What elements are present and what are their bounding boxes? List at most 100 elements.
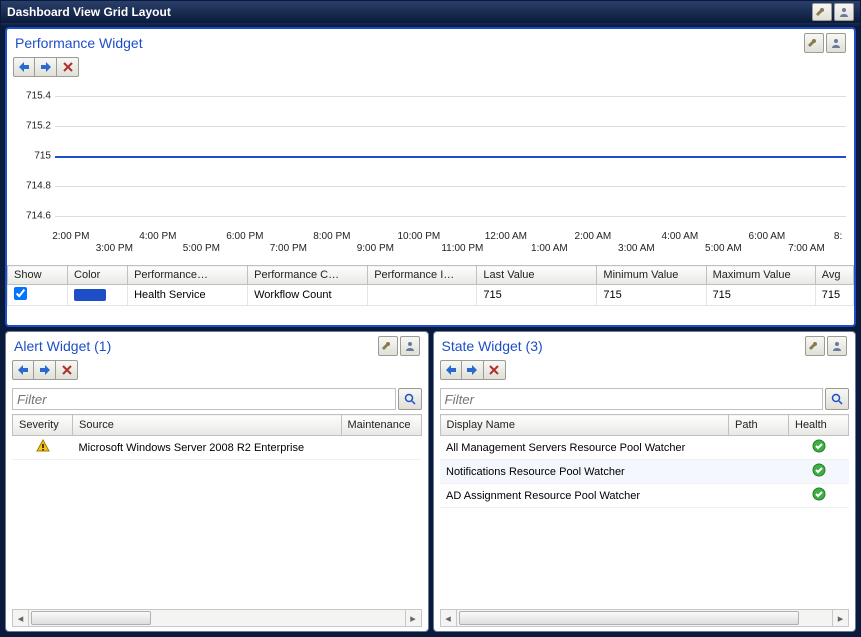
back-button[interactable] [440,360,462,380]
x-tick: 9:00 PM [357,243,394,254]
scroll-thumb[interactable] [459,611,799,625]
col-path[interactable]: Path [729,415,789,436]
content-area: Performance Widget [1,23,860,636]
table-row[interactable]: Notifications Resource Pool Watcher [440,460,849,484]
wrench-icon [382,340,394,352]
x-tick: 6:00 AM [749,231,786,242]
table-header-row: Severity Source Maintenance [13,415,422,436]
cell-max: 715 [706,285,815,306]
properties-button[interactable] [805,336,825,356]
col-source[interactable]: Source [73,415,342,436]
scroll-left-button[interactable]: ◂ [441,610,457,626]
table-header-row: Show Color Performance… Performance C… P… [8,266,854,285]
arrow-right-icon [38,364,52,376]
gridline [55,216,846,217]
col-severity[interactable]: Severity [13,415,73,436]
bottom-row: Alert Widget (1) [5,331,856,632]
user-icon [831,340,843,352]
wrench-icon [816,6,828,18]
dashboard-window: Dashboard View Grid Layout Performance W… [0,0,861,637]
col-health[interactable]: Health [789,415,849,436]
y-tick: 715 [11,151,51,162]
window-title: Dashboard View Grid Layout [7,5,171,19]
search-icon [404,393,416,405]
alert-widget[interactable]: Alert Widget (1) [5,331,429,632]
user-icon [838,6,850,18]
col-show[interactable]: Show [8,266,68,285]
col-object[interactable]: Performance… [128,266,248,285]
clear-button[interactable] [56,360,78,380]
back-button[interactable] [12,360,34,380]
widget-header: Performance Widget [7,29,854,55]
h-scrollbar[interactable]: ◂ ▸ [440,609,850,627]
x-tick: 6:00 PM [226,231,263,242]
back-button[interactable] [13,57,35,77]
properties-button[interactable] [378,336,398,356]
healthy-icon [812,439,826,453]
arrow-right-icon [465,364,479,376]
scroll-right-button[interactable]: ▸ [405,610,421,626]
col-min[interactable]: Minimum Value [597,266,706,285]
col-color[interactable]: Color [68,266,128,285]
col-counter[interactable]: Performance C… [248,266,368,285]
filter-input[interactable] [12,388,396,410]
col-last[interactable]: Last Value [477,266,597,285]
personalize-button[interactable] [834,3,854,21]
col-instance[interactable]: Performance I… [368,266,477,285]
x-tick: 2:00 PM [52,231,89,242]
col-avg[interactable]: Avg [815,266,853,285]
forward-button[interactable] [35,57,57,77]
search-button[interactable] [398,388,422,410]
scroll-right-button[interactable]: ▸ [832,610,848,626]
table-row[interactable]: All Management Servers Resource Pool Wat… [440,436,849,460]
arrow-right-icon [39,61,53,73]
table-wrap: Severity Source Maintenance Microsoft Wi… [6,414,428,607]
cell-path [729,484,789,508]
col-max[interactable]: Maximum Value [706,266,815,285]
cell-name: AD Assignment Resource Pool Watcher [440,484,729,508]
titlebar: Dashboard View Grid Layout [1,1,860,23]
cell-maint [341,436,421,460]
cell-source: Microsoft Windows Server 2008 R2 Enterpr… [73,436,342,460]
x-tick: 4:00 PM [139,231,176,242]
cell-instance [368,285,477,306]
nav-row [7,55,854,81]
forward-button[interactable] [34,360,56,380]
personalize-button[interactable] [826,33,846,53]
search-button[interactable] [825,388,849,410]
scroll-left-button[interactable]: ◂ [13,610,29,626]
x-tick: 8:00 PM [313,231,350,242]
state-widget[interactable]: State Widget (3) [433,331,857,632]
performance-widget[interactable]: Performance Widget [5,27,856,327]
properties-button[interactable] [804,33,824,53]
personalize-button[interactable] [400,336,420,356]
scroll-thumb[interactable] [31,611,151,625]
widget-toolbar [804,33,846,53]
col-maint[interactable]: Maintenance [341,415,421,436]
wrench-icon [809,340,821,352]
properties-button[interactable] [812,3,832,21]
x-tick: 3:00 AM [618,243,655,254]
cell-path [729,460,789,484]
clear-button[interactable] [57,57,79,77]
x-icon [61,364,73,376]
widget-header: State Widget (3) [434,332,856,358]
y-tick: 715.4 [11,91,51,102]
table-row[interactable]: Health Service Workflow Count 715 715 71… [8,285,854,306]
y-tick: 714.8 [11,181,51,192]
series-line [55,156,846,158]
table-row[interactable]: AD Assignment Resource Pool Watcher [440,484,849,508]
y-tick: 714.6 [11,211,51,222]
widget-title: State Widget (3) [442,338,543,354]
widget-toolbar [378,336,420,356]
x-tick: 1:00 AM [531,243,568,254]
col-display-name[interactable]: Display Name [440,415,729,436]
x-tick: 12:00 AM [485,231,527,242]
filter-input[interactable] [440,388,824,410]
clear-button[interactable] [484,360,506,380]
h-scrollbar[interactable]: ◂ ▸ [12,609,422,627]
table-row[interactable]: Microsoft Windows Server 2008 R2 Enterpr… [13,436,422,460]
show-checkbox[interactable] [14,287,27,300]
personalize-button[interactable] [827,336,847,356]
forward-button[interactable] [462,360,484,380]
